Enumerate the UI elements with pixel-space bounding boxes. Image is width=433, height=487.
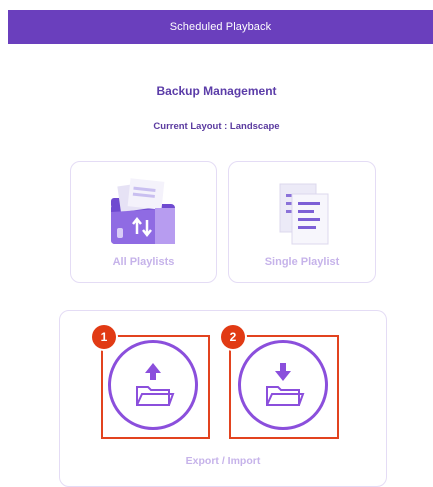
current-layout-text: Current Layout : Landscape <box>153 121 280 132</box>
import-button[interactable] <box>238 340 328 430</box>
all-playlists-label: All Playlists <box>112 256 175 268</box>
page-heading: Backup Management <box>156 84 277 98</box>
single-playlist-label: Single Playlist <box>264 256 340 268</box>
folder-upload-icon <box>136 363 175 406</box>
single-playlist-card[interactable]: Single Playlist <box>228 161 376 283</box>
export-button[interactable] <box>108 340 198 430</box>
step-badge-2: 2 <box>221 325 245 349</box>
folder-download-icon <box>266 363 305 406</box>
header-bar: Scheduled Playback <box>8 10 433 44</box>
export-import-label: Export / Import <box>185 455 261 467</box>
all-playlists-card[interactable]: All Playlists <box>70 161 217 283</box>
documents-icon <box>279 183 329 245</box>
folder-transfer-icon <box>111 178 175 244</box>
header-title: Scheduled Playback <box>169 21 272 33</box>
step-badge-1: 1 <box>92 325 116 349</box>
export-import-card: 1 2 Export / Import <box>59 310 387 487</box>
